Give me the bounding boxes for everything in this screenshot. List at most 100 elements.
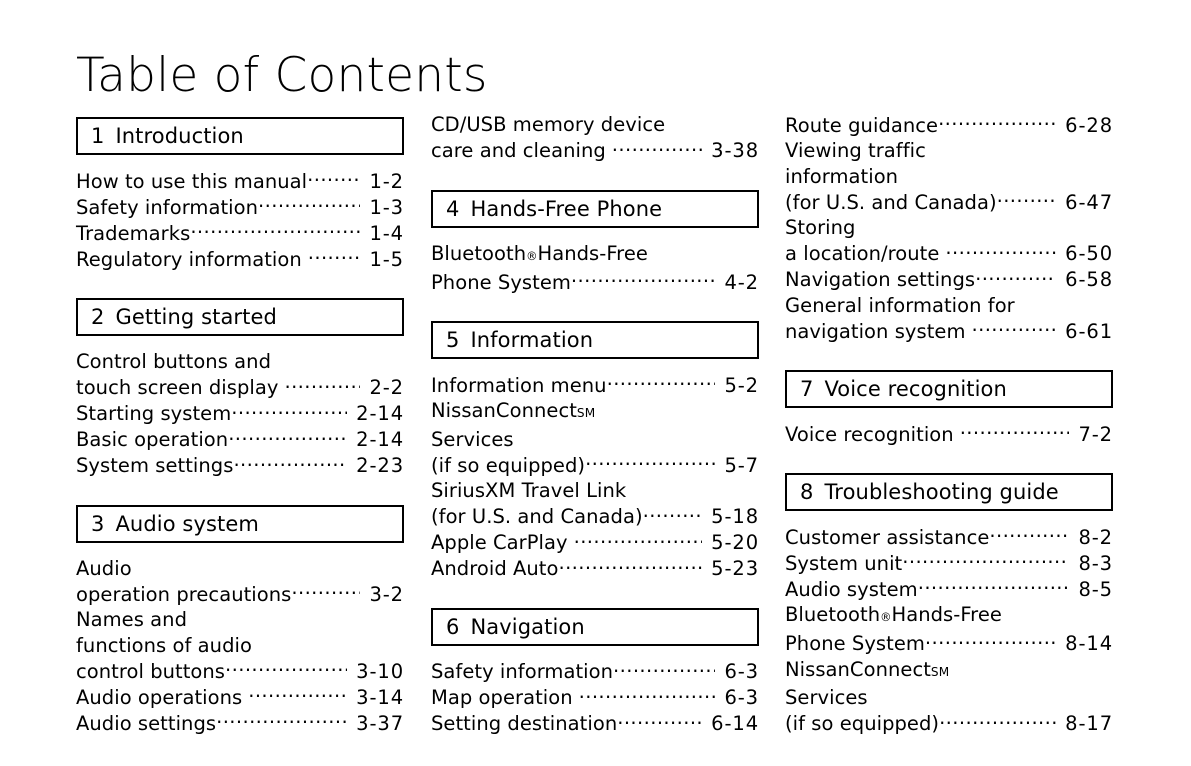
- toc-entry-title: Audio settings: [76, 711, 217, 735]
- toc-entry[interactable]: Navigation settings 6-58: [785, 267, 1113, 293]
- section-header-8[interactable]: 8 Troubleshooting guide: [785, 473, 1113, 511]
- dot-leader: [989, 524, 1069, 544]
- toc-entry-line: (if so equipped) 8-17: [785, 711, 1113, 737]
- toc-entry-title: information: [785, 164, 899, 188]
- column-1: 1Introduction How to use this manual1-2Sa…: [76, 112, 404, 736]
- entry-list: Voice recognition 7-2: [785, 421, 1113, 447]
- toc-entry[interactable]: Route guidance 6-28: [785, 112, 1113, 138]
- section-number: 4: [446, 196, 460, 221]
- toc-entry-title: General information for: [785, 293, 1015, 317]
- section-header-7[interactable]: 7 Voice recognition: [785, 370, 1113, 408]
- dot-leader: [612, 138, 702, 158]
- toc-page-number: 6-28: [1065, 113, 1113, 137]
- toc-entry-title: (for U.S. and Canada): [785, 190, 997, 214]
- toc-entry-title: Services: [785, 686, 868, 709]
- section-name: Introduction: [115, 124, 244, 148]
- toc-page-number: 2-14: [356, 428, 404, 451]
- toc-entry-title: Safety information: [431, 660, 614, 683]
- section-name: Getting started: [115, 305, 277, 329]
- toc-entry[interactable]: CD/USB memory device care and cleaning 3-3…: [431, 112, 759, 164]
- toc-entry[interactable]: Safety information 1-3: [76, 194, 404, 220]
- dot-leader: [960, 421, 1070, 441]
- dot-leader: [925, 631, 1056, 651]
- toc-entry-line: Names and: [76, 607, 404, 633]
- toc-entry-title: Map operation: [431, 686, 573, 709]
- dot-leader: [997, 189, 1057, 209]
- toc-entry[interactable]: General information for navigation system…: [785, 293, 1113, 345]
- toc-entry[interactable]: Android Auto 5-23: [431, 556, 759, 582]
- dot-leader: [975, 267, 1056, 287]
- toc-entry[interactable]: Starting system 2-14: [76, 401, 404, 427]
- dot-leader: [574, 530, 703, 550]
- section-header-1[interactable]: 1 Introduction: [76, 117, 404, 155]
- toc-entry[interactable]: Customer assistance 8-2: [785, 524, 1113, 550]
- toc-page-number: 6-3: [724, 686, 759, 709]
- toc-entry-title: Trademarks: [76, 221, 191, 245]
- dot-leader: [918, 576, 1070, 596]
- dot-leader: [607, 372, 716, 392]
- toc-entry-title: NissanConnect: [431, 399, 577, 422]
- toc-entry[interactable]: Apple CarPlay 5-20: [431, 530, 759, 556]
- entry-list: CD/USB memory device care and cleaning 3-3…: [431, 112, 759, 164]
- toc-entry[interactable]: Bluetooth® Hands-FreePhone System4-2: [431, 241, 759, 296]
- toc-entry[interactable]: Storing a location/route 6-50: [785, 215, 1113, 267]
- toc-page-number: 6-58: [1065, 268, 1113, 291]
- section-header-3[interactable]: 3 Audio system: [76, 504, 404, 543]
- toc-entry[interactable]: Basic operation 2-14: [76, 427, 404, 453]
- table-of-contents-page: Table of Contents 1 Introduction How to us…: [0, 0, 1191, 766]
- toc-page-number: 2-23: [356, 454, 404, 477]
- toc-entry[interactable]: Control buttons and touch screen display 2…: [76, 349, 404, 401]
- toc-entry[interactable]: Map operation 6-3: [431, 685, 759, 711]
- toc-entry-line: (for U.S. and Canada) 6-47: [785, 189, 1113, 215]
- toc-entry[interactable]: System settings 2-23: [76, 453, 404, 479]
- toc-entry[interactable]: NissanConnectSMServices(if so equipped)8…: [785, 657, 1113, 737]
- toc-entry[interactable]: Safety information 6-3: [431, 659, 759, 685]
- toc-entry-title: Basic operation: [76, 428, 229, 451]
- toc-entry-title: Android Auto: [431, 557, 559, 580]
- toc-entry-line: information: [785, 164, 1113, 190]
- service-mark-icon: SM: [576, 406, 596, 420]
- toc-entry[interactable]: Audio operations 3-14: [76, 684, 404, 710]
- toc-entry[interactable]: Audiooperation precautions 3-2: [76, 556, 404, 608]
- toc-entry-line: Audio system 8-5: [785, 576, 1113, 602]
- toc-entry-line: Storing: [785, 215, 1113, 241]
- toc-entry-line: How to use this manual 1-2: [76, 168, 404, 194]
- toc-entry[interactable]: Trademarks 1-4: [76, 220, 404, 246]
- toc-entry-line: Android Auto 5-23: [431, 556, 759, 582]
- toc-entry[interactable]: Audio system 8-5: [785, 576, 1113, 602]
- toc-page-number: 5-7: [724, 453, 759, 477]
- toc-entry-title: Viewing traffic: [785, 139, 926, 162]
- toc-entry-line: Audio settings 3-37: [76, 710, 404, 736]
- toc-page-number: 8-17: [1065, 712, 1113, 735]
- toc-entry-line: Apple CarPlay 5-20: [431, 530, 759, 556]
- toc-entry[interactable]: Names and functions of audio control butto…: [76, 607, 404, 684]
- section-header-5[interactable]: 5 Information: [431, 321, 759, 359]
- section-name: Hands-Free Phone: [470, 196, 663, 221]
- section-header-6[interactable]: 6 Navigation: [431, 607, 759, 646]
- toc-entry-title: SiriusXM Travel Link: [431, 479, 627, 502]
- toc-entry-title: control buttons: [76, 659, 226, 683]
- toc-entry[interactable]: Information menu 5-2: [431, 372, 759, 398]
- dot-leader: [231, 401, 347, 421]
- toc-entry[interactable]: Bluetooth® Hands-FreePhone System8-14: [785, 602, 1113, 657]
- section-number: 3: [91, 511, 105, 536]
- dot-leader: [585, 452, 715, 472]
- toc-entry[interactable]: Setting destination 6-14: [431, 711, 759, 737]
- toc-entry[interactable]: Voice recognition 7-2: [785, 421, 1113, 447]
- toc-page-number: 1-5: [369, 247, 404, 271]
- toc-entry[interactable]: NissanConnectSMServices(if so equipped)5…: [431, 398, 759, 478]
- toc-entry[interactable]: How to use this manual 1-2: [76, 168, 404, 194]
- dot-leader: [643, 504, 703, 524]
- toc-entry[interactable]: Audio settings 3-37: [76, 710, 404, 736]
- toc-entry-line: General information for: [785, 293, 1113, 319]
- section-header-4[interactable]: 4 Hands-Free Phone: [431, 189, 759, 228]
- toc-entry[interactable]: Viewing traffic information (for U.S. and …: [785, 138, 1113, 215]
- toc-entry-line: Phone System 8-14: [785, 631, 1113, 657]
- toc-entry[interactable]: Regulatory information 1-5: [76, 246, 404, 272]
- toc-entry[interactable]: SiriusXM Travel Link (for U.S. and Canada…: [431, 478, 759, 530]
- section-header-2[interactable]: 2 Getting started: [76, 298, 404, 336]
- toc-entry-line: Control buttons and: [76, 349, 404, 375]
- toc-page-number: 3-2: [369, 582, 404, 606]
- toc-entry[interactable]: System unit 8-3: [785, 550, 1113, 576]
- toc-entry-line: Phone System 4-2: [431, 269, 759, 295]
